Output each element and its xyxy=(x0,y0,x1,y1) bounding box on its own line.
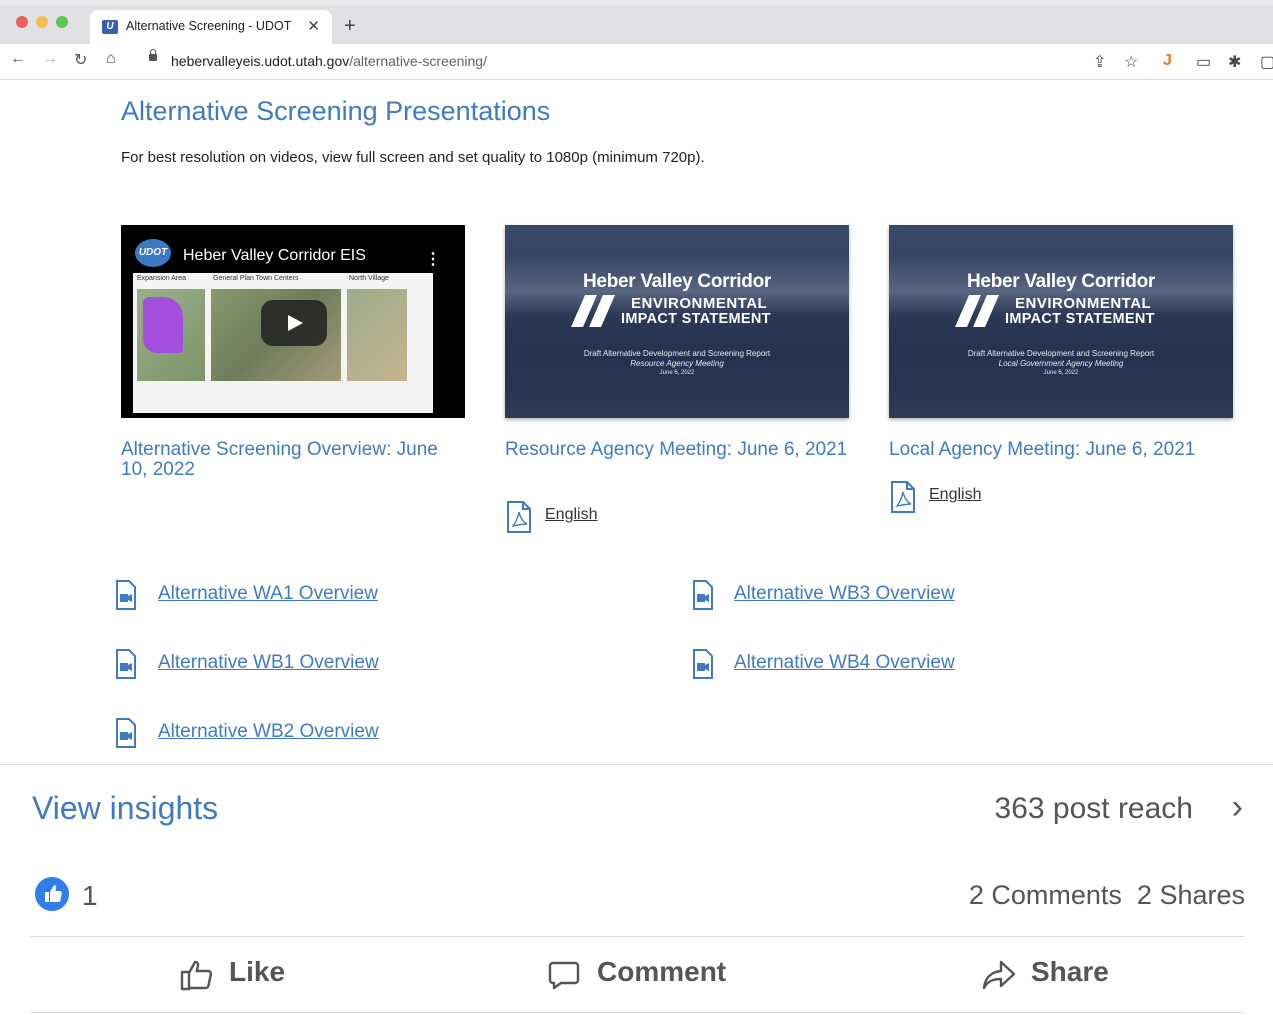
extension-j-icon[interactable]: J xyxy=(1163,52,1172,70)
alternative-wa1-link[interactable]: Alternative WA1 Overview xyxy=(158,583,378,605)
slide-meeting: Resource Agency Meeting xyxy=(630,359,724,368)
video-file-icon xyxy=(116,718,136,748)
like-button[interactable]: Like xyxy=(180,956,285,991)
slide-subtitle: Draft Alternative Development and Screen… xyxy=(967,349,1155,358)
video-slide-label: North Village xyxy=(349,275,389,282)
alternative-wb2-link[interactable]: Alternative WB2 Overview xyxy=(158,721,379,743)
new-tab-button[interactable]: + xyxy=(344,16,356,36)
video-file-icon xyxy=(116,580,136,610)
close-window-button[interactable] xyxy=(16,16,28,28)
comments-count[interactable]: 2 Comments xyxy=(969,880,1122,910)
overview-video-player[interactable]: Expansion Area General Plan Town Centers… xyxy=(121,225,465,418)
share-button[interactable]: Share xyxy=(982,956,1109,990)
view-insights-link[interactable]: View insights xyxy=(32,790,218,827)
alternative-wb4-link[interactable]: Alternative WB4 Overview xyxy=(734,652,955,674)
more-options-icon[interactable]: ⋮ xyxy=(425,249,441,269)
resource-agency-card: Heber Valley Corridor ENVIRONMENTAL IMPA… xyxy=(505,225,849,533)
pdf-file-icon xyxy=(891,481,915,513)
close-tab-icon[interactable]: ✕ xyxy=(307,17,320,35)
bookmark-star-icon[interactable]: ☆ xyxy=(1124,52,1138,72)
pdf-file-icon xyxy=(507,501,531,533)
video-file-icon xyxy=(116,649,136,679)
video-file-icon xyxy=(693,649,713,679)
address-bar[interactable]: hebervalleyeis.udot.utah.gov/alternative… xyxy=(140,47,1080,75)
video-slide-label: Expansion Area xyxy=(137,275,187,282)
cast-icon[interactable]: ▭ xyxy=(1196,52,1211,72)
expansion-map xyxy=(137,289,205,381)
slide-subtitle: Draft Alternative Development and Screen… xyxy=(583,349,771,358)
url-text: hebervalleyeis.udot.utah.gov/alternative… xyxy=(171,53,487,69)
slide-date: June 6, 2022 xyxy=(1043,370,1079,376)
comment-bubble-icon xyxy=(548,961,580,990)
slide-title: Heber Valley Corridor xyxy=(583,271,771,292)
resolution-note: For best resolution on videos, view full… xyxy=(121,149,705,166)
post-reach[interactable]: 363 post reach xyxy=(995,792,1193,826)
slide-impact: IMPACT STATEMENT xyxy=(621,311,771,327)
extensions-puzzle-icon[interactable]: ✱ xyxy=(1228,52,1241,72)
minimize-window-button[interactable] xyxy=(36,16,48,28)
english-pdf-link[interactable]: English xyxy=(929,486,981,504)
tab-title: Alternative Screening - UDOT xyxy=(126,19,292,33)
engagement-stats: 2 Comments 2 Shares xyxy=(969,880,1245,911)
video-title[interactable]: Heber Valley Corridor EIS xyxy=(183,247,366,265)
english-pdf-link[interactable]: English xyxy=(545,506,597,524)
slide-environmental: ENVIRONMENTAL xyxy=(1015,295,1152,312)
video-file-icon xyxy=(693,580,713,610)
thumbs-up-icon xyxy=(180,960,213,991)
alternative-wb3-link[interactable]: Alternative WB3 Overview xyxy=(734,583,955,605)
forward-arrow-icon[interactable]: → xyxy=(42,50,58,68)
udot-slash-logo-icon xyxy=(571,295,615,327)
like-count[interactable]: 1 xyxy=(82,880,98,912)
card-title-link[interactable]: Alternative Screening Overview: June 10,… xyxy=(121,440,465,480)
slide-title: Heber Valley Corridor xyxy=(967,271,1155,292)
slide-meeting: Local Government Agency Meeting xyxy=(998,359,1124,368)
browser-tab[interactable]: U Alternative Screening - UDOT ✕ xyxy=(90,10,332,46)
chevron-right-icon[interactable]: › xyxy=(1232,788,1243,827)
local-agency-slide[interactable]: Heber Valley Corridor ENVIRONMENTAL IMPA… xyxy=(889,225,1233,418)
back-arrow-icon[interactable]: ← xyxy=(10,50,26,68)
browser-toolbar: ← → ↻ ⌂ hebervalleyeis.udot.utah.gov/alt… xyxy=(0,44,1273,80)
udot-favicon-icon: U xyxy=(102,20,118,34)
lock-icon xyxy=(149,49,157,61)
udot-channel-avatar[interactable]: UDOT xyxy=(135,239,171,267)
share-arrow-icon xyxy=(982,960,1016,990)
overview-card: Expansion Area General Plan Town Centers… xyxy=(121,225,465,480)
north-village-map xyxy=(347,289,407,381)
udot-slash-logo-icon xyxy=(955,295,999,327)
maximize-window-button[interactable] xyxy=(56,16,68,28)
pdf-link-row: English xyxy=(889,480,981,519)
video-slide-label: General Plan Town Centers xyxy=(213,275,299,282)
resource-agency-slide[interactable]: Heber Valley Corridor ENVIRONMENTAL IMPA… xyxy=(505,225,849,418)
page-title: Alternative Screening Presentations xyxy=(121,96,551,126)
divider xyxy=(0,764,1273,765)
share-icon[interactable]: ⇪ xyxy=(1093,52,1106,72)
slide-environmental: ENVIRONMENTAL xyxy=(631,295,768,312)
sidepanel-icon[interactable]: ▢ xyxy=(1260,52,1273,72)
slide-impact: IMPACT STATEMENT xyxy=(1005,311,1155,327)
comment-button[interactable]: Comment xyxy=(548,956,726,990)
slide-date: June 6, 2022 xyxy=(659,370,695,376)
local-agency-card: Heber Valley Corridor ENVIRONMENTAL IMPA… xyxy=(889,225,1233,513)
home-icon[interactable]: ⌂ xyxy=(106,50,116,68)
shares-count[interactable]: 2 Shares xyxy=(1137,880,1245,910)
like-reaction-icon[interactable] xyxy=(35,877,69,911)
alternative-wb1-link[interactable]: Alternative WB1 Overview xyxy=(158,652,379,674)
divider xyxy=(30,1012,1245,1013)
card-title-link[interactable]: Local Agency Meeting: June 6, 2021 xyxy=(889,440,1233,460)
play-button-icon[interactable] xyxy=(261,300,327,346)
pdf-link-row: English xyxy=(505,500,597,539)
tab-bar: U Alternative Screening - UDOT ✕ + xyxy=(0,0,1273,46)
card-title-link[interactable]: Resource Agency Meeting: June 6, 2021 xyxy=(505,440,849,460)
divider xyxy=(30,936,1245,937)
reload-icon[interactable]: ↻ xyxy=(74,50,87,70)
